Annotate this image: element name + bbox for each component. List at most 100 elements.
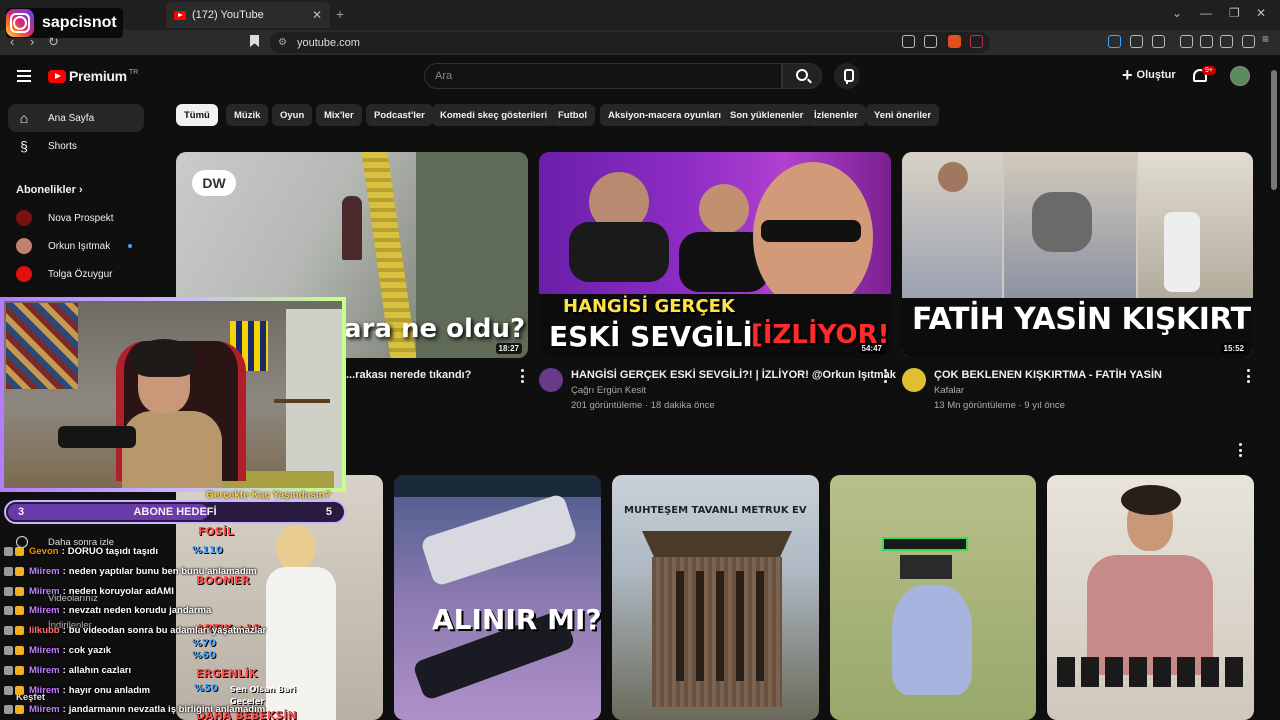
brave-rewards-icon[interactable] bbox=[970, 35, 983, 48]
close-window-icon[interactable]: ✕ bbox=[1256, 6, 1266, 20]
wallet-icon[interactable] bbox=[1200, 35, 1213, 48]
new-content-dot bbox=[128, 244, 132, 248]
filter-chip[interactable]: Tümü bbox=[176, 104, 218, 126]
tier-badge-icon bbox=[15, 547, 24, 556]
microphone bbox=[58, 426, 136, 448]
video-title[interactable]: HANGİSİ GERÇEK ESKİ SEVGİLİ?! | İZLİYOR!… bbox=[571, 369, 896, 381]
new-tab-icon[interactable]: + bbox=[336, 6, 344, 22]
create-button[interactable]: + Oluştur bbox=[1122, 66, 1176, 84]
search-button[interactable] bbox=[782, 63, 822, 89]
section-options-icon[interactable] bbox=[1238, 443, 1242, 457]
sidebar-item-home[interactable]: ⌂ Ana Sayfa bbox=[8, 104, 144, 132]
sidebar-item-shorts[interactable]: § Shorts bbox=[8, 132, 144, 160]
video-thumbnail[interactable]: HANGİSİ GERÇEK ESKİ SEVGİLİ [İZLİYOR!] 5… bbox=[539, 152, 891, 358]
chat-username: Miirem bbox=[29, 645, 60, 656]
channel-name[interactable]: Kafalar bbox=[934, 385, 964, 396]
chat-message: Miirem: jandarmanın nevzatla iş birliğini… bbox=[4, 704, 265, 715]
extension-1-icon[interactable] bbox=[1108, 35, 1121, 48]
filter-chip[interactable]: Yeni öneriler bbox=[866, 104, 940, 126]
filter-chip[interactable]: Podcast'ler bbox=[366, 104, 433, 126]
video-thumbnail[interactable]: MUHTEŞEM TAVANLI METRUK EV bbox=[612, 475, 819, 720]
channel-avatar[interactable] bbox=[539, 368, 563, 392]
chat-message: lilkubb: bu videodan sonra bu adamları ya… bbox=[4, 625, 266, 636]
character bbox=[892, 585, 972, 695]
tier-badge-icon bbox=[15, 705, 24, 715]
tab-list-icon[interactable]: ⌄ bbox=[1172, 6, 1182, 20]
page-scrollbar[interactable] bbox=[1270, 60, 1278, 720]
search-input[interactable]: Ara bbox=[424, 63, 782, 89]
menu-icon[interactable]: ≡ bbox=[1262, 32, 1275, 46]
voice-search-icon[interactable] bbox=[834, 63, 860, 89]
streamer-body bbox=[122, 411, 222, 488]
channel-name[interactable]: Çağrı Ergün Kesit bbox=[571, 385, 646, 396]
tab-close-icon[interactable]: ✕ bbox=[312, 8, 322, 22]
brave-shield-icon[interactable] bbox=[948, 35, 961, 48]
chat-separator: : bbox=[62, 664, 66, 676]
extensions-icon[interactable] bbox=[1130, 35, 1143, 48]
filter-chip[interactable]: Mix'ler bbox=[316, 104, 362, 126]
sidebar-sub-orkun[interactable]: Orkun Işıtmak bbox=[16, 238, 132, 254]
subscriptions-heading[interactable]: Abonelikler › bbox=[16, 184, 83, 196]
more-options-icon[interactable] bbox=[883, 369, 887, 383]
tab-title: (172) YouTube bbox=[192, 9, 264, 21]
filter-chip[interactable]: Komedi skeç gösterileri bbox=[432, 104, 556, 126]
subscriber-badge-icon bbox=[4, 646, 13, 655]
channel-avatar bbox=[16, 210, 32, 226]
filter-chip[interactable]: Oyun bbox=[272, 104, 313, 126]
minimize-icon[interactable]: — bbox=[1200, 6, 1212, 20]
filter-chip[interactable]: Futbol bbox=[550, 104, 596, 126]
video-title[interactable]: ÇOK BEKLENEN KIŞKIRTMA - FATİH YASİN bbox=[934, 369, 1162, 381]
more-options-icon[interactable] bbox=[1246, 369, 1250, 383]
guide-menu-icon[interactable] bbox=[17, 70, 31, 82]
sidebar-icon[interactable] bbox=[1180, 35, 1193, 48]
pixel-art bbox=[1057, 657, 1247, 687]
video-meta: 201 görüntüleme · 18 dakika önce bbox=[571, 400, 715, 411]
sidebar-sub-nova[interactable]: Nova Prospekt bbox=[16, 210, 114, 226]
weapon-shape bbox=[419, 493, 579, 587]
panel-2-figures bbox=[1032, 192, 1092, 252]
share-icon[interactable] bbox=[924, 35, 937, 48]
video-thumbnail[interactable]: ALINIR MI? bbox=[394, 475, 601, 720]
extension-2-icon[interactable] bbox=[1152, 35, 1165, 48]
tier-label: %50 bbox=[194, 683, 218, 694]
filter-chip[interactable]: Aksiyon-macera oyunları bbox=[600, 104, 729, 126]
scrollbar-thumb[interactable] bbox=[1271, 70, 1277, 190]
subscriber-badge-icon bbox=[4, 586, 13, 596]
avatar[interactable] bbox=[1230, 66, 1250, 86]
channel-avatar[interactable] bbox=[902, 368, 926, 392]
address-bar[interactable]: ⚙ youtube.com bbox=[270, 32, 990, 53]
youtube-play-icon bbox=[48, 69, 66, 83]
thumbnail-text-1: HANGİSİ GERÇEK bbox=[563, 296, 735, 317]
tier-label: ERGENLİK bbox=[196, 667, 258, 680]
channel-name: Tolga Özuygur bbox=[48, 268, 113, 280]
channel-name: Nova Prospekt bbox=[48, 212, 114, 224]
video-thumbnail[interactable]: FATİH YASİN KIŞKIRTMA 15:52 bbox=[902, 152, 1253, 358]
video-title[interactable]: ...rakası nerede tıkandı? bbox=[346, 369, 471, 381]
tier-badge-icon bbox=[15, 646, 24, 655]
browser-tab[interactable]: (172) YouTube ✕ bbox=[166, 2, 330, 28]
chevron-right-icon: › bbox=[78, 184, 83, 196]
filter-chip[interactable]: Müzik bbox=[226, 104, 269, 126]
filter-chip[interactable]: Son yüklenenler bbox=[722, 104, 812, 126]
vpn-icon[interactable] bbox=[1242, 35, 1255, 48]
tier-label: %70 bbox=[192, 638, 216, 649]
duration-badge: 18:27 bbox=[495, 343, 522, 354]
video-thumbnail[interactable] bbox=[1047, 475, 1254, 720]
restore-icon[interactable]: ❐ bbox=[1229, 6, 1240, 20]
chat-username: Miirem bbox=[29, 684, 60, 696]
site-settings-icon[interactable]: ⚙ bbox=[278, 37, 287, 48]
chat-username: lilkubb bbox=[29, 625, 60, 637]
video-thumbnail[interactable] bbox=[830, 475, 1036, 720]
chat-text: cok yazık bbox=[68, 645, 112, 656]
chat-text: DORUO taşıdı taşıdı bbox=[67, 546, 158, 557]
chat-separator: : bbox=[62, 605, 66, 617]
ai-icon[interactable] bbox=[1220, 35, 1233, 48]
youtube-logo[interactable]: Premium TR bbox=[48, 68, 138, 84]
sidebar-sub-tolga[interactable]: Tolga Özuygur bbox=[16, 266, 112, 282]
more-options-icon[interactable] bbox=[520, 369, 524, 383]
tier-label: FOSİL bbox=[198, 525, 234, 538]
tier-label: %60 bbox=[192, 650, 216, 661]
chat-text: hayır onu anladım bbox=[68, 684, 151, 696]
filter-chip[interactable]: İzlenenler bbox=[806, 104, 866, 126]
cast-icon[interactable] bbox=[902, 35, 915, 48]
